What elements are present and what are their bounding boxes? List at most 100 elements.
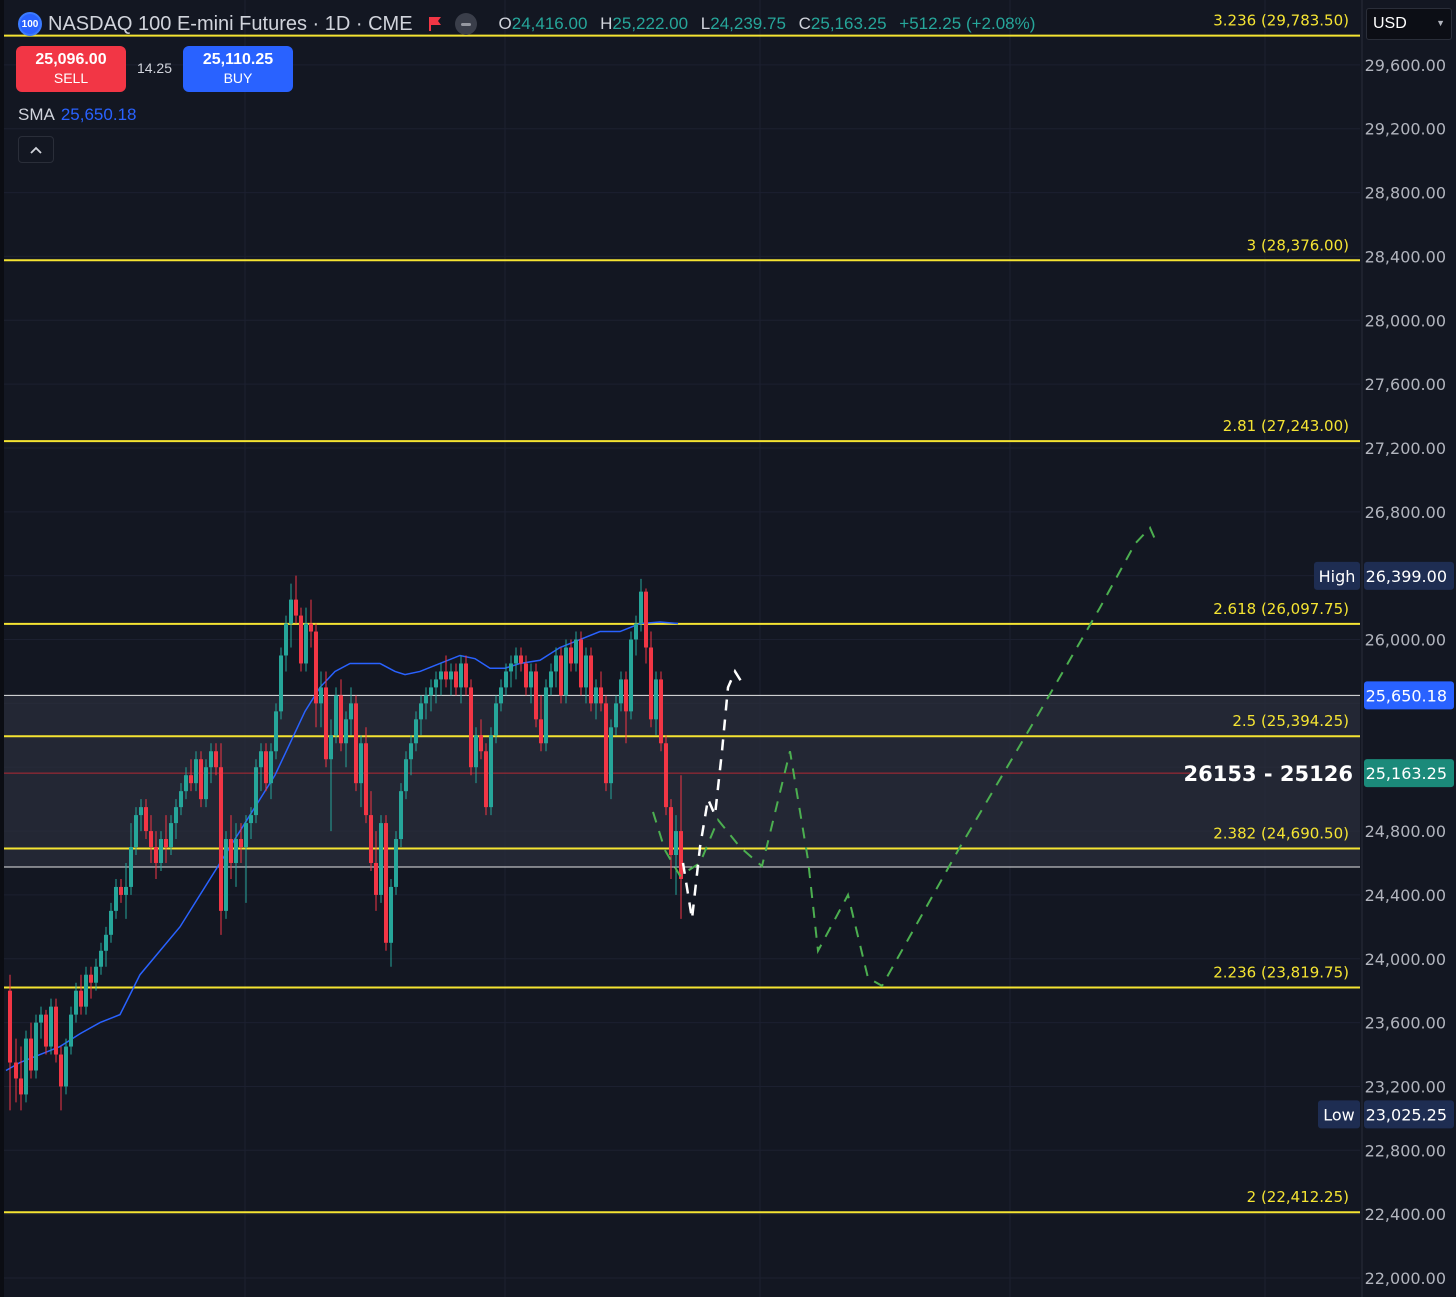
candle [559, 647, 563, 704]
currency-selector[interactable]: USD ▼ [1366, 8, 1452, 40]
y-tick-label: 29,200.00 [1365, 120, 1446, 139]
candle-body [184, 775, 188, 792]
fib-label: 2.5 (25,394.25) [1232, 712, 1349, 730]
candle-body [329, 735, 333, 760]
candle [509, 655, 513, 688]
candle-body [54, 1006, 58, 1055]
candle [659, 671, 663, 752]
close-label: C [798, 14, 811, 33]
candle-body [229, 839, 233, 863]
hide-legend-button[interactable] [454, 13, 477, 35]
chart-canvas[interactable]: 26153 - 25126 3.236 (29,783.50) 3 (28,376… [0, 0, 1456, 1297]
y-tick-label: 28,800.00 [1365, 184, 1446, 203]
open-label: O [498, 14, 512, 33]
last-price-label: 25,163.25 [1366, 764, 1447, 783]
sell-button[interactable]: 25,096.00 SELL [16, 46, 126, 92]
sma-legend[interactable]: SMA 25,650.18 [18, 105, 136, 125]
candle [104, 926, 108, 967]
candle-body [319, 687, 323, 704]
candle [84, 966, 88, 1015]
candle [79, 974, 83, 1015]
candle [109, 902, 113, 943]
high-tag: High [1319, 567, 1356, 586]
candle-body [389, 886, 393, 943]
close-value: 25,163.25 [810, 14, 887, 33]
buy-label: BUY [223, 70, 253, 86]
candle-body [489, 735, 493, 808]
candle [254, 759, 258, 824]
symbol-title[interactable]: NASDAQ 100 E-mini Futures · 1D · CME [48, 13, 413, 36]
candle-body [584, 655, 588, 688]
collapse-indicators-button[interactable] [18, 136, 54, 163]
candle [339, 679, 343, 752]
candle-body [204, 767, 208, 800]
candle-body [634, 623, 638, 640]
candle-body [364, 743, 368, 816]
flag-icon[interactable] [427, 16, 443, 32]
buy-price: 25,110.25 [202, 51, 274, 68]
candle [664, 735, 668, 816]
candle-body [479, 735, 483, 752]
candle-body [209, 751, 213, 768]
candle-body [64, 1046, 68, 1087]
candle [384, 815, 388, 951]
candle-body [509, 663, 513, 672]
candle-body [599, 687, 603, 704]
candle-body [659, 679, 663, 744]
candle-body [394, 839, 398, 887]
fib-label: 3.236 (29,783.50) [1213, 12, 1349, 30]
y-tick-label: 28,000.00 [1365, 311, 1446, 330]
high-price-label: 26,399.00 [1366, 567, 1447, 586]
candle [554, 647, 558, 688]
chevron-down-icon: ▼ [1436, 18, 1445, 28]
buy-button[interactable]: 25,110.25 BUY [183, 46, 293, 92]
y-tick-label: 27,600.00 [1365, 375, 1446, 394]
candle-body [199, 759, 203, 800]
candle-body [69, 1014, 73, 1047]
candle [454, 663, 458, 696]
candle-body [654, 679, 658, 720]
low-value: 24,239.75 [710, 14, 786, 33]
candle-body [124, 886, 128, 895]
candle [39, 1006, 43, 1039]
candle-body [324, 687, 328, 760]
candle [379, 815, 383, 903]
candle [124, 862, 128, 919]
candle-body [504, 671, 508, 688]
candle-body [359, 743, 363, 784]
candle-body [314, 631, 318, 704]
nasdaq-logo-icon: 100 [18, 12, 42, 36]
sma-name: SMA [18, 105, 55, 124]
candle-body [449, 671, 453, 680]
candle [114, 878, 118, 919]
candle [294, 575, 298, 624]
candle-body [614, 703, 618, 728]
candle [629, 631, 633, 720]
candle [94, 958, 98, 991]
candle-body [39, 1014, 43, 1023]
candle-body [459, 663, 463, 688]
ohlc-values: O24,416.00 H25,222.00 L24,239.75 C25,163… [491, 14, 1036, 34]
candle [484, 743, 488, 816]
candle [354, 695, 358, 792]
fibonacci-levels[interactable]: 3.236 (29,783.50) 3 (28,376.00) 2.81 (27,2… [4, 12, 1360, 1214]
candle [24, 1030, 28, 1103]
candle-body [499, 687, 503, 704]
candle-body [139, 807, 143, 816]
candle-body [519, 655, 523, 664]
candle-body [379, 823, 383, 895]
candle-body [439, 671, 443, 680]
candle [34, 1014, 38, 1079]
candle [59, 1046, 63, 1111]
candle-body [524, 663, 528, 688]
sma-price-label: 25,650.18 [1366, 686, 1447, 705]
candle-body [674, 831, 678, 856]
candle-body [544, 687, 548, 744]
candle [224, 831, 228, 919]
candle [534, 663, 538, 728]
candle-body [129, 847, 133, 887]
candle [119, 878, 123, 903]
zone-label: 26153 - 25126 [1184, 762, 1353, 786]
left-border [0, 0, 4, 1297]
fib-label: 2.618 (26,097.75) [1213, 600, 1349, 618]
